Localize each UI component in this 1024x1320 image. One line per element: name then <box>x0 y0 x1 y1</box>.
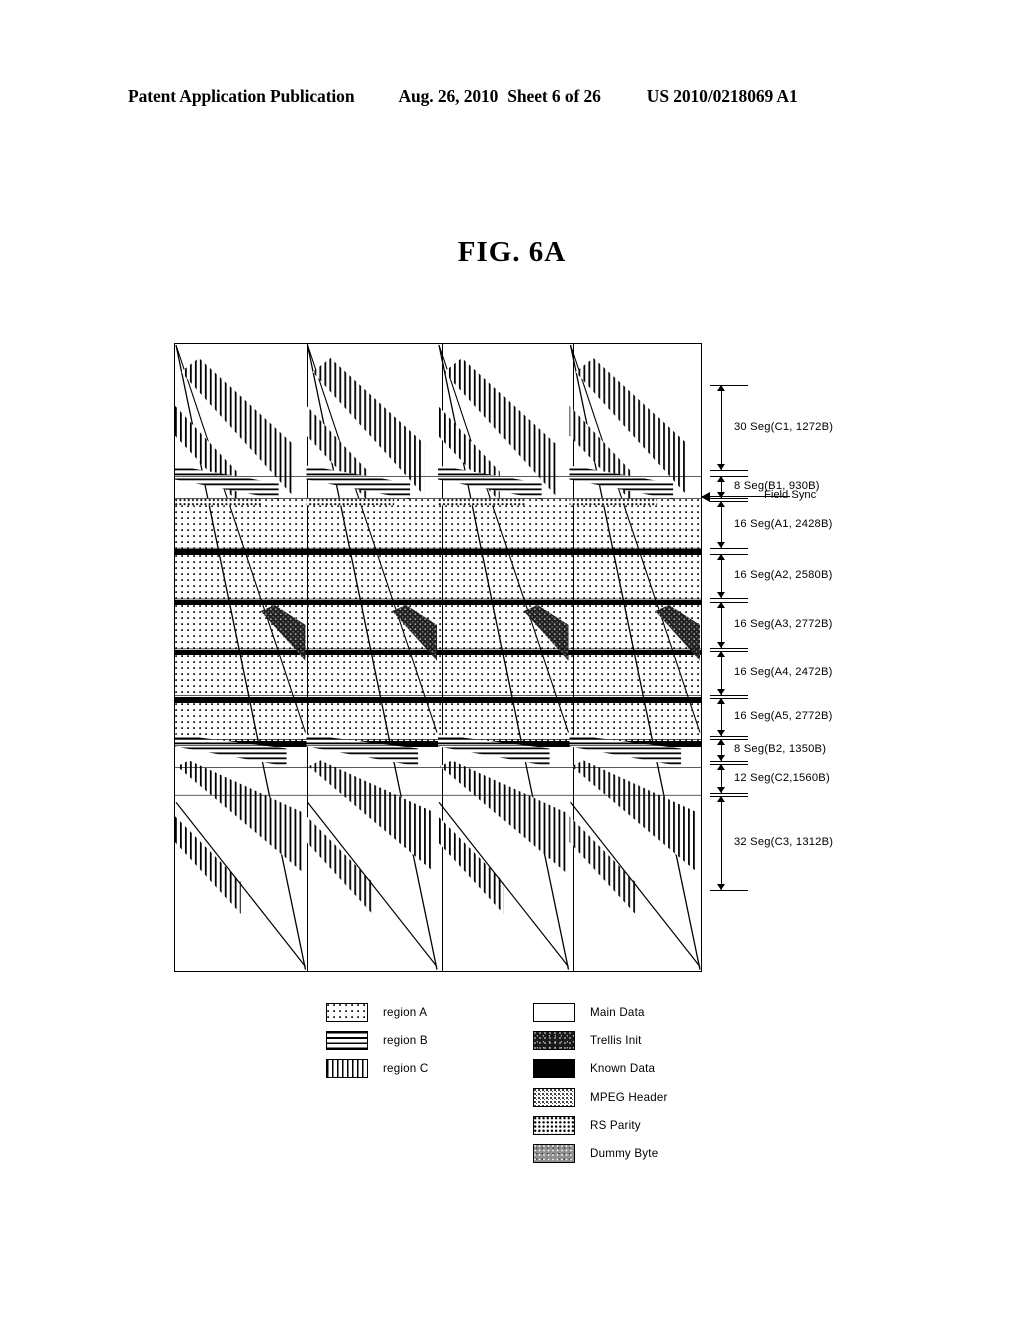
bracket-tick-top-C2 <box>710 764 748 766</box>
bracket-tick-bottom-C2 <box>710 793 748 795</box>
bracket-arrow-A1 <box>716 501 727 548</box>
legend-datatype-label: Known Data <box>590 1062 656 1076</box>
diagram-band-B1 <box>175 477 701 499</box>
legend-region-swatch-vertical-lines <box>326 1059 368 1079</box>
bracket-tick-top-A5 <box>710 698 748 700</box>
bracket-tick-bottom-B2 <box>710 761 748 763</box>
diagram-band-A2 <box>175 555 701 600</box>
legend-region-row: region C <box>326 1055 428 1083</box>
legend-region-label: region A <box>383 1005 428 1019</box>
bracket-tick-bottom-A5 <box>710 736 748 738</box>
header-date: Aug. 26, 2010 <box>398 86 499 106</box>
legend-datatype-swatch-dark-speckle <box>533 1030 575 1050</box>
bracket-tick-bottom-A3 <box>710 648 748 650</box>
legend-region-swatch-horizontal-lines <box>326 1030 368 1050</box>
bracket-tick-bottom-C1 <box>710 470 748 472</box>
bracket-label-A4: 16 Seg(A4, 2472B) <box>734 666 833 678</box>
legend-region-row: region A <box>326 998 428 1026</box>
segment-brackets: Field Sync 30 Seg(C1, 1272B) 8 Seg(B1, 93… <box>701 343 1002 972</box>
bracket-tick-top-B1 <box>710 476 748 478</box>
legend-datatype-label: RS Parity <box>590 1118 641 1132</box>
legend-region-row: region B <box>326 1026 428 1054</box>
bracket-label-B2: 8 Seg(B2, 1350B) <box>734 743 827 755</box>
diagram-band-A4 <box>175 655 701 697</box>
legend-datatype-row: Main Data <box>533 998 668 1026</box>
diagram-column-divider-2 <box>442 344 443 971</box>
bracket-label-A3: 16 Seg(A3, 2772B) <box>734 618 833 630</box>
legend-datatype-swatch-medium-dots <box>533 1115 575 1135</box>
legend-column-data-types: Main Data Trellis Init Known Data MPEG Head… <box>533 998 668 1168</box>
page-header: Patent Application Publication Aug. 26, … <box>128 86 896 107</box>
legend-region-label: region C <box>383 1062 429 1076</box>
bracket-tick-top-A1 <box>710 501 748 503</box>
legend-datatype-row: RS Parity <box>533 1111 668 1139</box>
legend: region A region B region C Main Data Trelli… <box>326 998 746 1164</box>
bracket-arrow-A5 <box>716 698 727 736</box>
legend-datatype-label: Main Data <box>590 1005 645 1019</box>
legend-datatype-row: MPEG Header <box>533 1083 668 1111</box>
legend-datatype-label: Dummy Byte <box>590 1147 659 1161</box>
legend-datatype-row: Known Data <box>533 1055 668 1083</box>
legend-region-swatch-dots <box>326 1002 368 1022</box>
bracket-tick-bottom-A2 <box>710 598 748 600</box>
bracket-tick-top-B2 <box>710 739 748 741</box>
legend-datatype-label: MPEG Header <box>590 1090 668 1104</box>
bracket-tick-bottom-A1 <box>710 548 748 550</box>
bracket-arrow-B1 <box>716 476 727 498</box>
diagram-band-C3 <box>175 797 701 971</box>
bracket-label-A5: 16 Seg(A5, 2772B) <box>734 710 833 722</box>
bracket-arrow-A2 <box>716 554 727 598</box>
legend-datatype-row: Dummy Byte <box>533 1139 668 1167</box>
legend-region-label: region B <box>383 1033 428 1047</box>
bracket-label-C1: 30 Seg(C1, 1272B) <box>734 420 834 433</box>
bracket-label-C2: 12 Seg(C2,1560B) <box>734 771 830 784</box>
bracket-tick-top-A3 <box>710 602 748 604</box>
bracket-tick-bottom-A4 <box>710 695 748 697</box>
header-publication: Patent Application Publication <box>128 86 355 106</box>
legend-datatype-swatch-gray-speckle <box>533 1144 575 1164</box>
diagram-band-C1-top <box>175 344 701 477</box>
bracket-tick-top-C3 <box>710 796 748 798</box>
legend-column-regions: region A region B region C <box>326 998 428 1083</box>
diagram-band-A1 <box>175 499 701 549</box>
bracket-arrow-A3 <box>716 602 727 648</box>
diagram-band-B2 <box>175 747 701 769</box>
header-patent-number: US 2010/0218069 A1 <box>646 86 798 106</box>
bracket-tick-top-C1 <box>710 385 748 387</box>
bracket-label-A2: 16 Seg(A2, 2580B) <box>734 569 833 581</box>
diagram-band-A3 <box>175 605 701 650</box>
bracket-tick-bottom-C3 <box>710 890 748 892</box>
diagram-column-divider-3 <box>573 344 574 971</box>
header-sheet-number: Sheet 6 of 26 <box>507 86 601 106</box>
bracket-label-B1: 8 Seg(B1, 930B) <box>734 480 820 492</box>
legend-datatype-row: Trellis Init <box>533 1026 668 1054</box>
diagram-band-C2 <box>175 769 701 797</box>
legend-datatype-swatch-solid-black <box>533 1059 575 1079</box>
data-frame-diagram <box>174 343 702 972</box>
bracket-label-C3: 32 Seg(C3, 1312B) <box>734 836 834 848</box>
figure-title: FIG. 6A <box>0 236 1024 269</box>
bracket-tick-top-A4 <box>710 651 748 653</box>
diagram-band-A5 <box>175 703 701 741</box>
legend-datatype-swatch-fine-dots <box>533 1087 575 1107</box>
bracket-arrow-C2 <box>716 764 727 793</box>
bracket-arrow-C1 <box>716 385 727 470</box>
bracket-arrow-B2 <box>716 739 727 761</box>
legend-datatype-label: Trellis Init <box>590 1033 642 1047</box>
legend-datatype-swatch-white <box>533 1002 575 1022</box>
bracket-tick-top-A2 <box>710 554 748 556</box>
figure-title-text: FIG. 6A <box>457 236 567 268</box>
bracket-label-A1: 16 Seg(A1, 2428B) <box>734 517 833 530</box>
bracket-arrow-C3 <box>716 796 727 890</box>
bracket-arrow-A4 <box>716 651 727 695</box>
diagram-column-divider-1 <box>307 344 308 971</box>
bracket-tick-bottom-B1 <box>710 498 748 500</box>
